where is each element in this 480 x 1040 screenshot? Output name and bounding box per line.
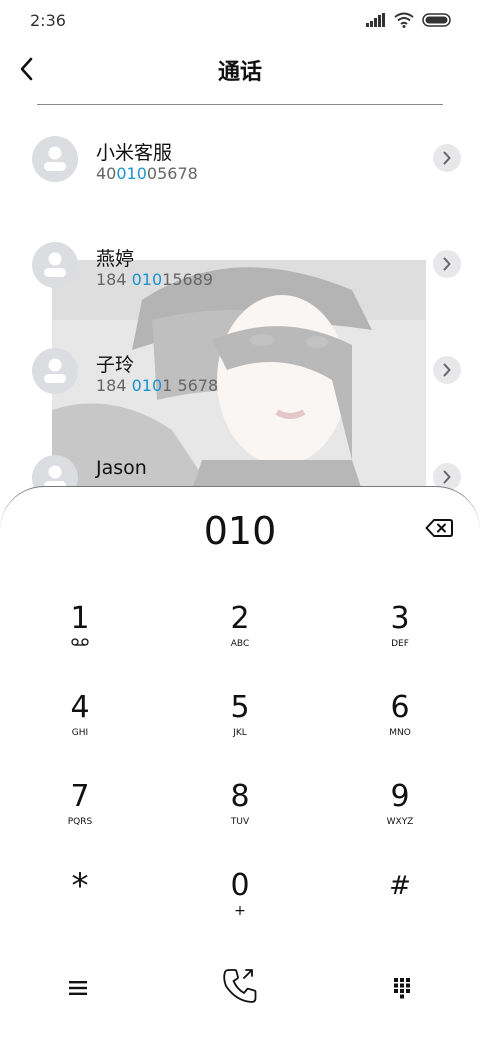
key-letters: WXYZ	[386, 817, 414, 827]
key-hash[interactable]: #	[345, 862, 455, 936]
contact-item[interactable]: 子玲 184 0101 5678	[0, 348, 480, 428]
keypad-toggle-button[interactable]	[372, 963, 432, 1013]
contact-name: 子玲	[96, 354, 135, 376]
key-2[interactable]: 2 ABC	[185, 595, 295, 669]
header: 通话	[0, 40, 480, 104]
key-digit: 2	[230, 601, 250, 636]
avatar	[32, 242, 78, 288]
key-9[interactable]: 9 WXYZ	[345, 773, 455, 847]
contact-number: 184 0101 5678	[96, 376, 219, 395]
dialpad-panel: 010 1 2 ABC 3 DEF 4 GHI 5 JKL 6 MNO 7 PQ…	[0, 486, 480, 1040]
key-1[interactable]: 1	[25, 595, 135, 669]
contact-detail-button[interactable]	[433, 356, 461, 384]
chevron-right-icon	[443, 363, 451, 377]
header-divider	[37, 104, 443, 105]
number-match: 010	[131, 376, 163, 395]
key-digit: 8	[230, 779, 250, 814]
key-digit: 1	[70, 601, 90, 636]
contact-name: Jason	[96, 457, 147, 479]
key-5[interactable]: 5 JKL	[185, 684, 295, 758]
menu-button[interactable]	[48, 963, 108, 1013]
backspace-icon	[425, 519, 453, 537]
key-4[interactable]: 4 GHI	[25, 684, 135, 758]
key-digit: #	[389, 871, 411, 901]
page-title: 通话	[217, 60, 262, 85]
phone-icon	[223, 969, 257, 1003]
contact-item[interactable]: 小米客服 4001005678	[0, 136, 480, 216]
key-letters: DEF	[391, 639, 409, 649]
battery-icon	[422, 13, 451, 27]
chevron-right-icon	[443, 470, 451, 484]
key-letters: +	[234, 903, 246, 919]
key-letters: MNO	[389, 728, 411, 738]
status-icons	[366, 12, 452, 28]
contact-item[interactable]: 燕婷 184 01015689	[0, 242, 480, 322]
key-digit: 9	[390, 779, 410, 814]
avatar	[32, 136, 78, 182]
chevron-right-icon	[443, 151, 451, 165]
menu-icon	[69, 981, 87, 995]
number-match: 010	[116, 164, 147, 183]
dialed-number: 010	[203, 509, 277, 553]
call-button[interactable]	[210, 961, 270, 1011]
key-digit: 5	[230, 690, 250, 725]
status-time: 2:36	[30, 10, 66, 30]
key-digit: 0	[230, 868, 250, 903]
key-digit: 4	[70, 690, 90, 725]
key-letters: PQRS	[67, 817, 93, 827]
key-letters: TUV	[230, 817, 250, 827]
contact-detail-button[interactable]	[433, 250, 461, 278]
key-8[interactable]: 8 TUV	[185, 773, 295, 847]
contact-number: 184 01015689	[96, 270, 214, 289]
signal-icon	[366, 13, 385, 27]
key-digit: *	[71, 866, 89, 906]
key-letters: JKL	[233, 728, 247, 738]
key-star[interactable]: *	[25, 862, 135, 936]
backspace-button[interactable]	[424, 515, 454, 541]
key-letters: GHI	[71, 728, 89, 738]
voicemail-icon	[71, 638, 89, 646]
key-digit: 7	[70, 779, 90, 814]
person-icon	[44, 252, 66, 277]
key-3[interactable]: 3 DEF	[345, 595, 455, 669]
key-digit: 6	[390, 690, 410, 725]
contact-name: 燕婷	[96, 248, 135, 270]
person-icon	[44, 358, 66, 383]
key-letters: ABC	[230, 639, 250, 649]
wifi-icon	[394, 12, 414, 28]
status-bar: 2:36	[0, 0, 480, 40]
key-7[interactable]: 7 PQRS	[25, 773, 135, 847]
avatar	[32, 348, 78, 394]
contact-detail-button[interactable]	[433, 144, 461, 172]
contact-name: 小米客服	[96, 142, 173, 164]
person-icon	[44, 146, 66, 171]
key-digit: 3	[390, 601, 410, 636]
number-match: 010	[131, 270, 163, 289]
keypad-icon	[394, 978, 410, 999]
key-0[interactable]: 0 +	[185, 862, 295, 936]
chevron-right-icon	[443, 257, 451, 271]
key-6[interactable]: 6 MNO	[345, 684, 455, 758]
contact-number: 4001005678	[96, 164, 198, 183]
